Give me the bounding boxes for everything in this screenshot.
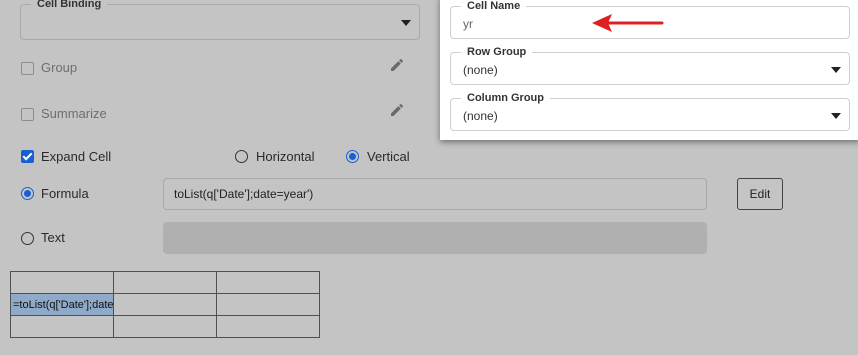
pencil-icon[interactable] <box>389 57 405 73</box>
text-input[interactable] <box>163 222 707 254</box>
formula-label: Formula <box>41 186 89 201</box>
cell-binding-label: Cell Binding <box>31 0 108 11</box>
group-checkbox[interactable] <box>21 62 34 75</box>
text-label: Text <box>41 230 65 245</box>
grid-cell[interactable] <box>216 315 320 338</box>
chevron-down-icon <box>401 20 411 26</box>
horizontal-radio[interactable] <box>235 150 248 163</box>
chevron-down-icon <box>831 67 841 73</box>
column-group-label: Column Group <box>461 91 550 105</box>
text-radio[interactable] <box>21 232 34 245</box>
row-group-label: Row Group <box>461 45 533 59</box>
grid-cell[interactable] <box>113 271 217 294</box>
grid-cell[interactable] <box>10 315 114 338</box>
table-row <box>10 315 320 338</box>
red-arrow-icon <box>592 14 664 32</box>
grid-cell-selected[interactable]: =toList(q['Date'];date=year') <box>10 293 114 316</box>
table-row <box>10 271 320 294</box>
summarize-label: Summarize <box>41 106 107 121</box>
edit-button[interactable]: Edit <box>737 178 783 210</box>
cell-name-label: Cell Name <box>461 0 527 13</box>
grid-cell[interactable] <box>216 271 320 294</box>
grid-cell[interactable] <box>10 271 114 294</box>
formula-input[interactable]: toList(q['Date'];date=year') <box>163 178 707 210</box>
group-label: Group <box>41 60 78 75</box>
column-group-select[interactable]: Column Group (none) <box>450 91 850 131</box>
grid-cell[interactable] <box>113 315 217 338</box>
grid-cell[interactable] <box>113 293 217 316</box>
chevron-down-icon <box>831 113 841 119</box>
cell-binding-select[interactable]: Cell Binding <box>20 0 420 40</box>
pencil-icon[interactable] <box>389 102 405 118</box>
table-row: =toList(q['Date'];date=year') <box>10 293 320 316</box>
row-group-select[interactable]: Row Group (none) <box>450 45 850 85</box>
formula-value: toList(q['Date'];date=year') <box>174 187 314 201</box>
cell-name-value: yr <box>463 17 473 31</box>
vertical-label: Vertical <box>367 149 410 164</box>
cell-grid: =toList(q['Date'];date=year') <box>10 271 320 338</box>
expand-cell-checkbox[interactable] <box>21 150 34 163</box>
edit-button-label: Edit <box>749 187 771 201</box>
column-group-value: (none) <box>463 109 498 123</box>
expand-cell-label: Expand Cell <box>41 149 112 164</box>
cell-properties-popup: Cell Name yr Row Group (none) Column Gro… <box>440 0 858 140</box>
formula-radio[interactable] <box>21 187 34 200</box>
row-group-value: (none) <box>463 63 498 77</box>
vertical-radio[interactable] <box>346 150 359 163</box>
grid-cell[interactable] <box>216 293 320 316</box>
horizontal-label: Horizontal <box>256 149 315 164</box>
summarize-checkbox[interactable] <box>21 108 34 121</box>
